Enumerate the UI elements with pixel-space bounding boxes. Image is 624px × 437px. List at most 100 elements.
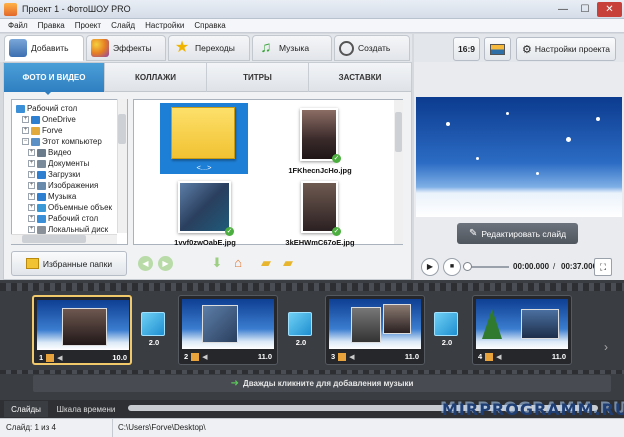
music-track[interactable]: ➜ Дважды кликните для добавления музыки	[33, 375, 611, 392]
subtab-titles[interactable]: ТИТРЫ	[207, 63, 309, 92]
menu-project[interactable]: Проект	[75, 21, 101, 30]
tree-item[interactable]: + Forve	[22, 125, 62, 136]
arrow-down-icon[interactable]: ⬇	[209, 255, 225, 271]
subtab-collages[interactable]: КОЛЛАЖИ	[105, 63, 207, 92]
file-thumbnail[interactable]	[301, 181, 338, 233]
tab-effects-label: Эффекты	[113, 43, 152, 53]
slide-card[interactable]: 1 ◀ 10.0	[32, 295, 132, 365]
tree-hscroll-thumb[interactable]	[22, 235, 86, 243]
tab-slides[interactable]: Слайды	[4, 401, 48, 417]
pencil-icon[interactable]	[191, 352, 200, 361]
filmstrip-perforation	[0, 283, 624, 291]
tree-scroll-thumb[interactable]	[118, 114, 126, 144]
file-label: 3kEHWmC67oE.jpg	[285, 238, 355, 247]
file-thumbnail[interactable]	[300, 108, 338, 161]
menu-slide[interactable]: Слайд	[111, 21, 135, 30]
expand-toggle[interactable]: +	[22, 116, 29, 123]
minimize-button[interactable]: —	[552, 2, 574, 17]
transition-icon	[288, 312, 312, 336]
slide-card[interactable]: 2 ◀ 11.0	[178, 295, 278, 365]
tab-timeline[interactable]: Шкала времени	[50, 401, 122, 417]
expand-toggle[interactable]: +	[28, 215, 35, 222]
speaker-icon[interactable]: ◀	[349, 353, 357, 361]
transition-item[interactable]: 2.0	[432, 312, 462, 350]
tree-item[interactable]: + Музыка	[28, 191, 76, 202]
pencil-icon[interactable]	[485, 352, 494, 361]
tab-transitions[interactable]: ★ Переходы	[168, 35, 250, 61]
tree-item[interactable]: + OneDrive	[22, 114, 76, 125]
project-settings-button[interactable]: ⚙ Настройки проекта	[516, 37, 616, 61]
tree-item-label: Локальный диск	[48, 225, 109, 234]
subtab-photo-video[interactable]: ФОТО И ВИДЕО	[4, 63, 105, 92]
tab-create[interactable]: Создать	[334, 35, 410, 61]
expand-toggle[interactable]: +	[28, 226, 35, 233]
close-button[interactable]: ✕	[597, 2, 622, 17]
film-reel-icon	[339, 40, 354, 56]
slide-number: 4	[478, 352, 483, 361]
speaker-icon[interactable]: ◀	[202, 353, 210, 361]
aspect-ratio-button[interactable]: 16:9	[453, 37, 480, 61]
tree-item-label: Музыка	[48, 192, 77, 201]
subtab-intros[interactable]: ЗАСТАВКИ	[309, 63, 411, 92]
tab-effects[interactable]: Эффекты	[86, 35, 166, 61]
menu-settings[interactable]: Настройки	[145, 21, 184, 30]
tree-item[interactable]: + Изображения	[28, 180, 98, 191]
tree-item[interactable]: + Рабочий стол	[28, 213, 98, 224]
gear-icon: ⚙	[521, 43, 532, 56]
pencil-icon[interactable]	[338, 352, 347, 361]
fullscreen-button[interactable]: ⛶	[594, 258, 612, 276]
file-thumbnail[interactable]	[178, 181, 231, 233]
transition-item[interactable]: 2.0	[286, 312, 316, 350]
back-button[interactable]: ◀	[138, 256, 153, 271]
file-item-parent[interactable]: <...>	[160, 103, 248, 174]
seek-handle[interactable]	[463, 262, 472, 271]
speaker-icon[interactable]: ◀	[496, 353, 504, 361]
transition-item[interactable]: 2.0	[139, 312, 169, 350]
tab-add[interactable]: Добавить	[4, 35, 84, 61]
folder-icon	[37, 225, 46, 234]
slide-card[interactable]: 3 ◀ 11.0	[325, 295, 425, 365]
menu-help[interactable]: Справка	[194, 21, 225, 30]
folder-add-icon[interactable]: ▰	[258, 255, 274, 271]
time-total: 00:37.000	[561, 262, 598, 271]
tree-item[interactable]: + Видео	[28, 147, 71, 158]
expand-toggle[interactable]: +	[28, 193, 35, 200]
play-button[interactable]: ▶	[421, 258, 439, 276]
edit-slide-button[interactable]: ✎ Редактировать слайд	[457, 223, 578, 244]
filmstrip-perforation	[0, 370, 624, 374]
expand-toggle[interactable]: +	[22, 127, 29, 134]
tree-item[interactable]: + Объемные объек	[28, 202, 112, 213]
slide-card[interactable]: 4 ◀ 11.0	[472, 295, 572, 365]
menu-edit[interactable]: Правка	[38, 21, 65, 30]
maximize-button[interactable]: ☐	[574, 2, 596, 17]
expand-toggle[interactable]: +	[28, 171, 35, 178]
expand-toggle[interactable]: +	[28, 204, 35, 211]
forward-button[interactable]: ▶	[158, 256, 173, 271]
tree-item[interactable]: + Загрузки	[28, 169, 80, 180]
speaker-icon[interactable]: ◀	[57, 354, 65, 362]
tab-music[interactable]: ♫ Музыка	[252, 35, 332, 61]
watermark: MIRPROGRAMM.RU	[442, 400, 624, 419]
expand-toggle[interactable]: +	[28, 149, 35, 156]
stop-button[interactable]: ■	[443, 258, 461, 276]
menu-file[interactable]: Файл	[8, 21, 28, 30]
tree-item[interactable]: Рабочий стол	[16, 103, 77, 114]
expand-toggle[interactable]: +	[28, 182, 35, 189]
favorite-folders-button[interactable]: Избранные папки	[11, 251, 127, 276]
tree-item[interactable]: − Этот компьютер	[22, 136, 102, 147]
folder-tree[interactable]: Рабочий стол + OneDrive + Forve − Этот компьют…	[11, 99, 128, 245]
pencil-icon: ✎	[468, 228, 478, 239]
add-photo-icon	[9, 39, 27, 57]
pencil-icon[interactable]	[46, 353, 55, 362]
timeline-next-arrow[interactable]: ›	[604, 340, 608, 354]
slide-thumbnail	[182, 299, 274, 349]
expand-toggle[interactable]: +	[28, 160, 35, 167]
tree-item[interactable]: + Документы	[28, 158, 89, 169]
folder-star-icon[interactable]: ▰	[280, 255, 296, 271]
slide-duration: 11.0	[551, 352, 566, 361]
home-icon[interactable]: ⌂	[230, 255, 246, 271]
grid-scroll-thumb[interactable]	[395, 112, 402, 152]
expand-toggle[interactable]: −	[22, 138, 29, 145]
file-label: 1vvf0zwOabE.jpg	[174, 238, 236, 247]
background-button[interactable]	[484, 37, 511, 61]
